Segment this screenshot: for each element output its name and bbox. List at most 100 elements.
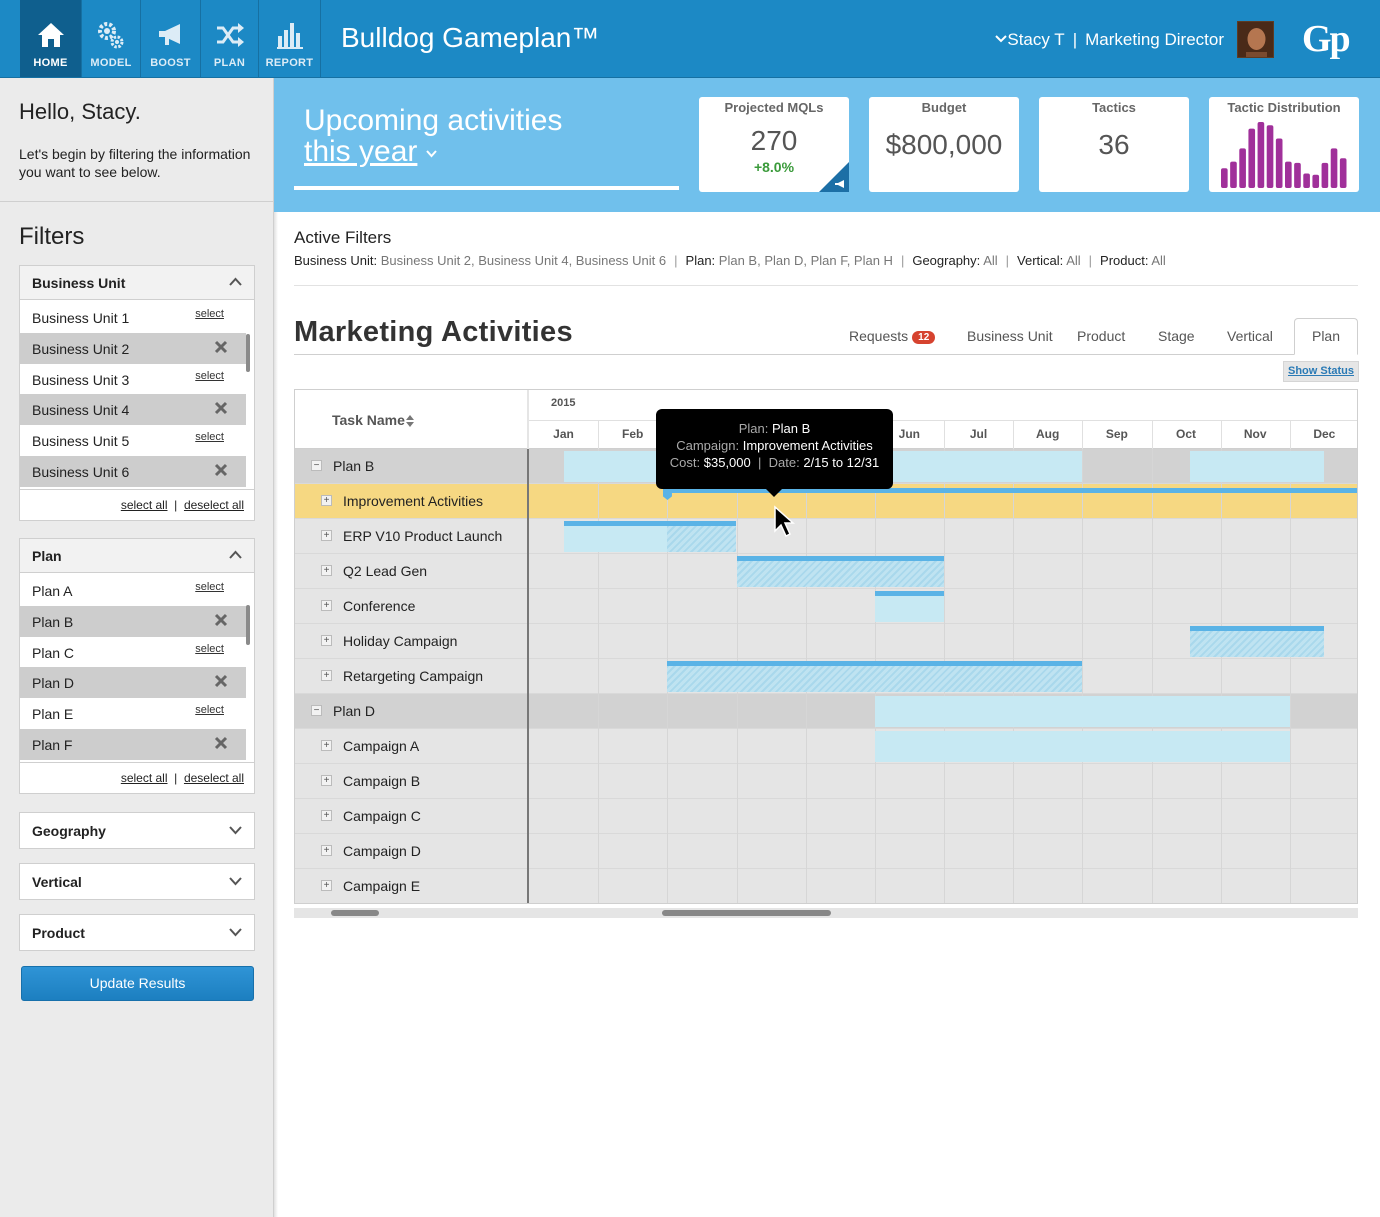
expand-icon[interactable]: +	[321, 845, 332, 856]
expand-icon[interactable]: +	[321, 600, 332, 611]
tooltip-pointer	[766, 489, 782, 497]
remove-icon[interactable]	[214, 340, 228, 354]
deselect-all-link[interactable]: deselect all	[184, 771, 244, 785]
collapse-icon[interactable]: −	[311, 705, 322, 716]
business-unit-item[interactable]: Business Unit 2	[20, 332, 246, 364]
nav-home[interactable]: HOME	[20, 0, 82, 77]
sort-icon[interactable]	[406, 415, 414, 427]
select-link[interactable]: select	[195, 370, 224, 382]
timeline-scroll-thumb[interactable]	[662, 910, 831, 916]
select-link[interactable]: select	[195, 643, 224, 655]
nav-report[interactable]: REPORT	[259, 0, 321, 77]
business-unit-filter-header[interactable]: Business Unit	[20, 266, 254, 300]
year-label: 2015	[551, 397, 576, 409]
select-link[interactable]: select	[195, 308, 224, 320]
expand-icon[interactable]: +	[321, 530, 332, 541]
kpi-label: Tactic Distribution	[1227, 100, 1341, 115]
home-icon	[37, 23, 64, 47]
plan-item[interactable]: Plan B	[20, 605, 246, 637]
tooltip-key: Date:	[768, 455, 800, 470]
nav-plan[interactable]: PLAN	[201, 0, 259, 77]
brand-logo[interactable]: Gp	[1302, 17, 1351, 61]
collapse-icon[interactable]: −	[311, 460, 322, 471]
tab-plan[interactable]: Plan	[1294, 318, 1358, 355]
plan-item[interactable]: Plan D	[20, 667, 246, 699]
filter-value: All	[983, 253, 998, 268]
tab-vertical[interactable]: Vertical	[1227, 328, 1273, 344]
business-unit-item[interactable]: Business Unit 6	[20, 456, 246, 487]
gantt-horizontal-scrollbar[interactable]	[294, 908, 1358, 918]
remove-icon[interactable]	[214, 401, 228, 415]
remove-icon[interactable]	[214, 463, 228, 477]
task-row[interactable]: + Campaign D	[295, 834, 1357, 869]
remove-icon[interactable]	[214, 613, 228, 627]
gantt-bar[interactable]	[874, 696, 1290, 727]
user-menu[interactable]: Stacy T | Marketing Director	[1007, 30, 1224, 50]
month-gridline	[1289, 449, 1291, 903]
select-link[interactable]: select	[195, 704, 224, 716]
scrollbar[interactable]	[246, 605, 250, 645]
business-unit-item[interactable]: Business Unit 3 select	[20, 364, 246, 395]
period-dropdown[interactable]: this year	[304, 136, 562, 167]
update-results-button[interactable]: Update Results	[21, 966, 254, 1001]
gantt-bar[interactable]	[874, 731, 1290, 762]
nav-boost[interactable]: BOOST	[141, 0, 201, 77]
tab-product[interactable]: Product	[1077, 328, 1125, 344]
tab-requests[interactable]: Requests 12	[849, 328, 936, 344]
show-status-button[interactable]: Show Status	[1283, 361, 1359, 382]
plan-item[interactable]: Plan A select	[20, 575, 246, 606]
chevron-down-icon[interactable]	[995, 34, 1007, 44]
kpi-projected-mqls: Projected MQLs 270 +8.0%	[699, 97, 849, 192]
gears-icon	[98, 22, 124, 49]
task-row[interactable]: + Campaign E	[295, 869, 1357, 903]
expand-icon[interactable]: +	[321, 670, 332, 681]
business-unit-item[interactable]: Business Unit 5 select	[20, 425, 246, 456]
divider	[1082, 421, 1084, 449]
scrollbar[interactable]	[246, 334, 250, 372]
task-row[interactable]: + Campaign C	[295, 799, 1357, 834]
nav-model-label: MODEL	[90, 57, 132, 69]
select-link[interactable]: select	[195, 431, 224, 443]
remove-icon[interactable]	[214, 736, 228, 750]
plan-filter-header[interactable]: Plan	[20, 539, 254, 573]
task-row[interactable]: + Conference	[295, 589, 1357, 624]
task-row[interactable]: + ERP V10 Product Launch	[295, 519, 1357, 554]
plan-item[interactable]: Plan E select	[20, 698, 246, 729]
expand-icon[interactable]: +	[321, 880, 332, 891]
expand-icon[interactable]: +	[321, 565, 332, 576]
select-all-link[interactable]: select all	[121, 771, 168, 785]
chevron-up-icon[interactable]	[229, 277, 242, 286]
avatar[interactable]	[1237, 21, 1274, 58]
tab-stage[interactable]: Stage	[1158, 328, 1195, 344]
expand-icon[interactable]: +	[321, 495, 332, 506]
plan-item[interactable]: Plan F	[20, 729, 246, 760]
filter-footer: select all | deselect all	[120, 771, 244, 785]
chevron-up-icon[interactable]	[229, 550, 242, 559]
nav-model[interactable]: MODEL	[82, 0, 141, 77]
business-unit-item[interactable]: Business Unit 4	[20, 394, 246, 426]
product-filter[interactable]: Product	[19, 914, 255, 951]
business-unit-item[interactable]: Business Unit 1 select	[20, 302, 246, 333]
month-gridline	[1082, 449, 1084, 903]
expand-icon[interactable]: +	[321, 740, 332, 751]
expand-icon[interactable]: +	[321, 635, 332, 646]
expand-icon[interactable]: +	[321, 775, 332, 786]
task-column-scroll-thumb[interactable]	[331, 910, 379, 916]
gantt-bar[interactable]	[1189, 451, 1325, 482]
tab-business-unit[interactable]: Business Unit	[967, 328, 1053, 344]
deselect-all-link[interactable]: deselect all	[184, 498, 244, 512]
task-name-header[interactable]: Task Name	[295, 390, 527, 449]
expand-icon[interactable]: +	[321, 810, 332, 821]
plan-item-label: Plan D	[32, 675, 75, 692]
intro-text: Let's begin by filtering the information…	[19, 146, 251, 180]
plan-item[interactable]: Plan C select	[20, 637, 246, 668]
task-row[interactable]: + Campaign B	[295, 764, 1357, 799]
select-link[interactable]: select	[195, 581, 224, 593]
geography-filter[interactable]: Geography	[19, 812, 255, 849]
divider	[0, 201, 274, 202]
remove-icon[interactable]	[214, 674, 228, 688]
vertical-filter[interactable]: Vertical	[19, 863, 255, 900]
filter-title: Product	[32, 925, 85, 941]
distribution-bar	[1330, 148, 1338, 188]
select-all-link[interactable]: select all	[121, 498, 168, 512]
